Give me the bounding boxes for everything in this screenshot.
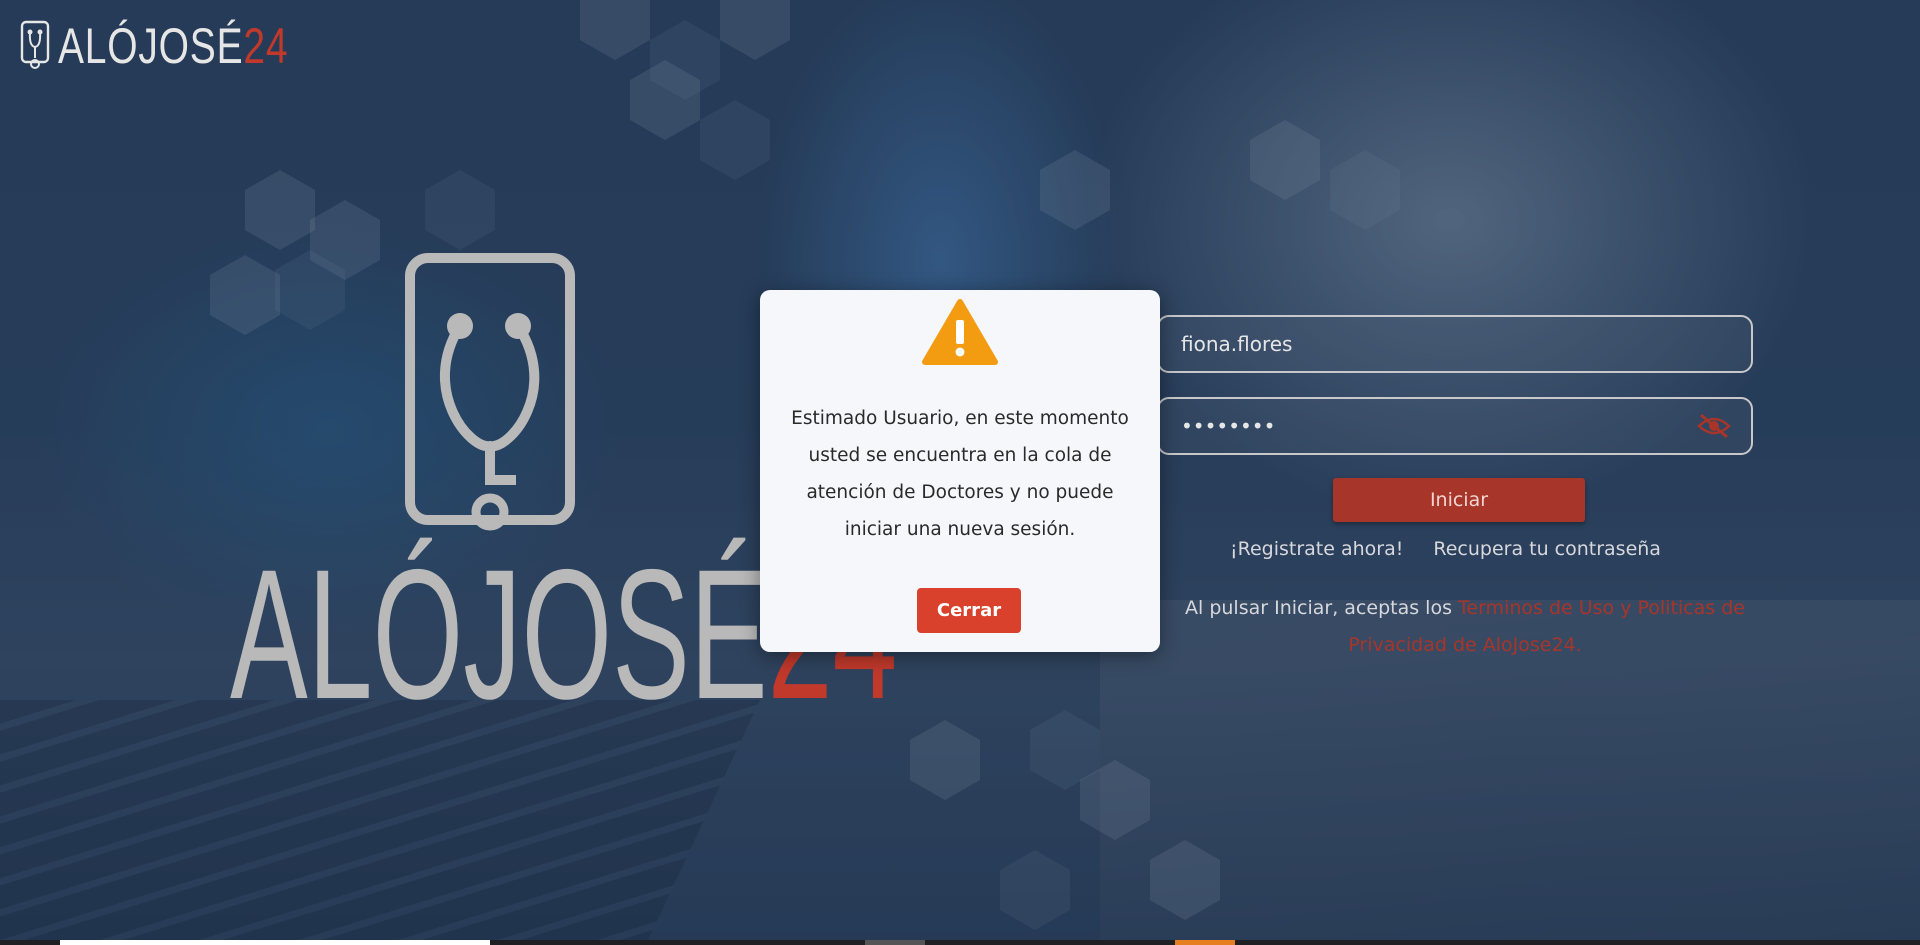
- hero-logo: ALÓJOSÉ24: [230, 250, 897, 730]
- header-logo[interactable]: ALÓJOSÉ24: [20, 18, 353, 74]
- password-input[interactable]: [1179, 413, 1697, 439]
- header-logo-text: ALÓJOSÉ24: [58, 18, 289, 74]
- bottom-strip: [0, 940, 1920, 945]
- bottom-strip-segment: [1175, 940, 1235, 945]
- auth-links: ¡Registrate ahora! Recupera tu contraseñ…: [1230, 538, 1661, 560]
- username-input[interactable]: [1179, 331, 1731, 357]
- queue-warning-modal: Estimado Usuario, en este momento usted …: [760, 290, 1160, 652]
- eye-slash-icon[interactable]: [1697, 412, 1731, 440]
- password-field[interactable]: [1157, 397, 1753, 455]
- terms-notice: Al pulsar Iniciar, aceptas los Terminos …: [1185, 590, 1745, 664]
- bottom-strip-segment: [865, 940, 925, 945]
- terms-prefix: Al pulsar Iniciar, aceptas los: [1185, 597, 1459, 619]
- login-button[interactable]: Iniciar: [1333, 478, 1585, 522]
- warning-icon: [922, 299, 998, 365]
- username-field[interactable]: [1157, 315, 1753, 373]
- modal-message: Estimado Usuario, en este momento usted …: [791, 408, 1129, 540]
- bottom-strip-segment: [60, 940, 490, 945]
- register-link[interactable]: ¡Registrate ahora!: [1230, 538, 1403, 560]
- close-button[interactable]: Cerrar: [917, 588, 1021, 633]
- stethoscope-logo-icon: [405, 253, 575, 531]
- recover-password-link[interactable]: Recupera tu contraseña: [1433, 538, 1661, 560]
- stethoscope-logo-icon: [20, 20, 50, 69]
